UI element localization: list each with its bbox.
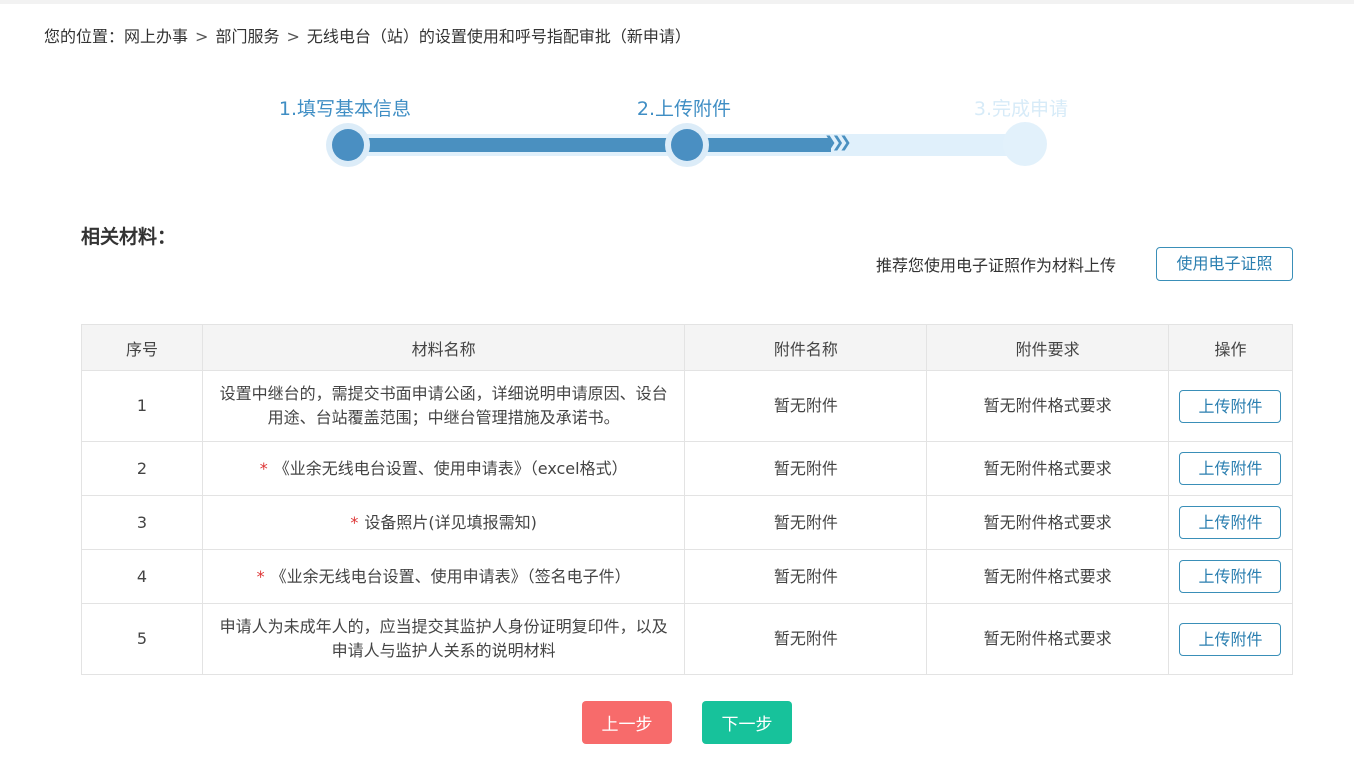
action-cell: 上传附件 (1167, 495, 1294, 550)
materials-table: 序号 材料名称 附件名称 附件要求 操作 1 设置中继台的，需提交书面申请公函，… (81, 324, 1294, 675)
attachment-requirement: 暂无附件格式要求 (926, 441, 1169, 496)
material-name-text: 《业余无线电台设置、使用申请表》（excel格式） (273, 458, 628, 478)
attachment-requirement: 暂无附件格式要求 (926, 549, 1169, 604)
next-step-button[interactable]: 下一步 (702, 701, 792, 744)
use-ecert-button[interactable]: 使用电子证照 (1156, 247, 1293, 281)
column-header-action: 操作 (1167, 324, 1294, 371)
step-dot-3 (1003, 122, 1047, 166)
table-row: 4 * 《业余无线电台设置、使用申请表》（签名电子件） 暂无附件 暂无附件格式要求… (81, 549, 1294, 604)
upload-attachment-button[interactable]: 上传附件 (1179, 506, 1282, 539)
upload-attachment-button[interactable]: 上传附件 (1179, 389, 1282, 423)
column-header-attachment-requirement: 附件要求 (926, 324, 1169, 371)
row-index: 3 (81, 495, 203, 550)
action-cell: 上传附件 (1167, 370, 1294, 442)
table-row: 2 * 《业余无线电台设置、使用申请表》（excel格式） 暂无附件 暂无附件格式… (81, 441, 1294, 496)
row-index: 2 (81, 441, 203, 496)
material-name: * 《业余无线电台设置、使用申请表》（excel格式） (201, 441, 686, 496)
attachment-name: 暂无附件 (684, 370, 928, 442)
material-name-text: 《业余无线电台设置、使用申请表》（签名电子件） (270, 566, 631, 586)
attachment-name: 暂无附件 (684, 603, 928, 675)
row-index: 4 (81, 549, 203, 604)
table-row: 1 设置中继台的，需提交书面申请公函，详细说明申请原因、设台用途、台站覆盖范围；… (81, 370, 1294, 442)
table-row: 5 申请人为未成年人的，应当提交其监护人身份证明复印件，以及申请人与监护人关系的… (81, 603, 1294, 675)
row-index: 1 (81, 370, 203, 442)
required-mark: * (350, 512, 359, 532)
action-cell: 上传附件 (1167, 603, 1294, 675)
step-label-3: 3.完成申请 (973, 98, 1069, 120)
material-name: * 设备照片(详见填报需知) (201, 495, 686, 550)
upload-attachment-button[interactable]: 上传附件 (1179, 452, 1282, 485)
attachment-requirement: 暂无附件格式要求 (926, 370, 1169, 442)
step-dot-1 (326, 123, 370, 167)
column-header-index: 序号 (81, 324, 203, 371)
material-name: * 《业余无线电台设置、使用申请表》（签名电子件） (201, 549, 686, 604)
required-mark: * (256, 566, 265, 586)
ecert-recommend-text: 推荐您使用电子证照作为材料上传 (876, 256, 1117, 275)
attachment-name: 暂无附件 (684, 495, 928, 550)
required-mark: * (259, 458, 268, 478)
action-cell: 上传附件 (1167, 441, 1294, 496)
action-cell: 上传附件 (1167, 549, 1294, 604)
progress-steps: 1.填写基本信息 2.上传附件 3.完成申请 ❯❯❯ (0, 0, 1354, 200)
attachment-name: 暂无附件 (684, 549, 928, 604)
table-header-row: 序号 材料名称 附件名称 附件要求 操作 (81, 324, 1294, 371)
material-name: 申请人为未成年人的，应当提交其监护人身份证明复印件，以及申请人与监护人关系的说明… (201, 603, 686, 675)
row-index: 5 (81, 603, 203, 675)
attachment-name: 暂无附件 (684, 441, 928, 496)
progress-fill (347, 138, 831, 152)
table-row: 3 * 设备照片(详见填报需知) 暂无附件 暂无附件格式要求 上传附件 (81, 495, 1294, 550)
attachment-requirement: 暂无附件格式要求 (926, 495, 1169, 550)
materials-title: 相关材料： (81, 226, 177, 248)
step-label-1: 1.填写基本信息 (278, 98, 412, 120)
material-name-text: 申请人为未成年人的，应当提交其监护人身份证明复印件，以及申请人与监护人关系的说明… (219, 617, 668, 660)
material-name-text: 设备照片(详见填报需知) (364, 512, 537, 532)
column-header-attachment-name: 附件名称 (684, 324, 928, 371)
step-dot-2 (665, 123, 709, 167)
attachment-requirement: 暂无附件格式要求 (926, 603, 1169, 675)
column-header-material-name: 材料名称 (201, 324, 686, 371)
step-label-2: 2.上传附件 (636, 98, 732, 120)
upload-attachment-button[interactable]: 上传附件 (1179, 622, 1282, 656)
material-name-text: 设置中继台的，需提交书面申请公函，详细说明申请原因、设台用途、台站覆盖范围；中继… (219, 384, 668, 427)
upload-attachment-button[interactable]: 上传附件 (1179, 560, 1282, 593)
progress-arrows-icon: ❯❯❯ (824, 133, 852, 151)
previous-step-button[interactable]: 上一步 (582, 701, 672, 744)
material-name: 设置中继台的，需提交书面申请公函，详细说明申请原因、设台用途、台站覆盖范围；中继… (201, 370, 686, 442)
